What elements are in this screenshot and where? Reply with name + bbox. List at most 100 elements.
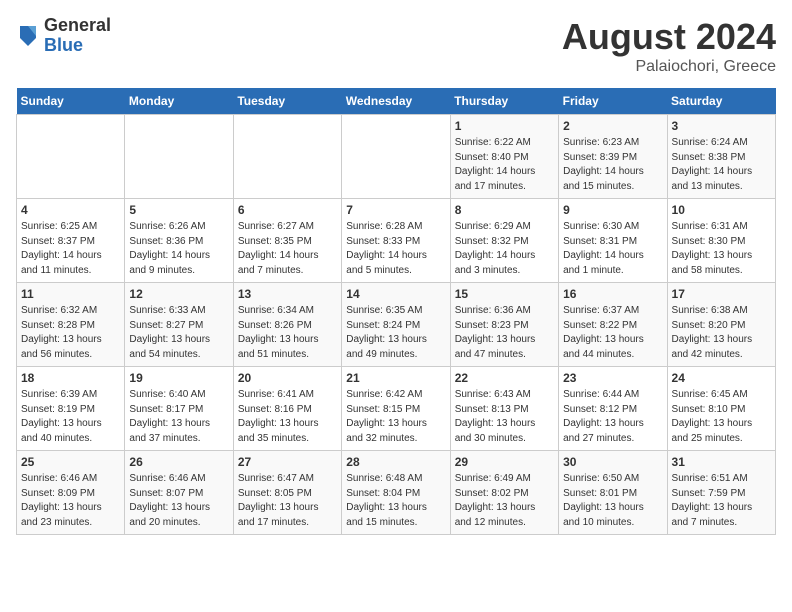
day-info: Sunrise: 6:43 AM Sunset: 8:13 PM Dayligh… — [455, 388, 554, 446]
day-info: Sunrise: 6:46 AM Sunset: 8:09 PM Dayligh… — [21, 472, 120, 530]
calendar-cell: 27 Sunrise: 6:47 AM Sunset: 8:05 PM Dayli… — [233, 451, 341, 535]
weekday-header-sunday: Sunday — [17, 88, 125, 115]
day-number: 22 — [455, 371, 554, 385]
calendar-cell: 10 Sunrise: 6:31 AM Sunset: 8:30 PM Dayli… — [667, 199, 775, 283]
calendar-cell: 1 Sunrise: 6:22 AM Sunset: 8:40 PM Daylig… — [450, 115, 558, 199]
day-number: 15 — [455, 287, 554, 301]
calendar-cell: 15 Sunrise: 6:36 AM Sunset: 8:23 PM Dayli… — [450, 283, 558, 367]
location-subtitle: Palaiochori, Greece — [562, 58, 776, 76]
day-number: 16 — [563, 287, 662, 301]
calendar-cell: 9 Sunrise: 6:30 AM Sunset: 8:31 PM Daylig… — [559, 199, 667, 283]
day-number: 4 — [21, 203, 120, 217]
calendar-cell: 13 Sunrise: 6:34 AM Sunset: 8:26 PM Dayli… — [233, 283, 341, 367]
calendar-cell — [17, 115, 125, 199]
day-number: 13 — [238, 287, 337, 301]
day-number: 14 — [346, 287, 445, 301]
day-number: 11 — [21, 287, 120, 301]
calendar-cell — [125, 115, 233, 199]
day-info: Sunrise: 6:45 AM Sunset: 8:10 PM Dayligh… — [672, 388, 771, 446]
calendar-week-row: 1 Sunrise: 6:22 AM Sunset: 8:40 PM Daylig… — [17, 115, 776, 199]
calendar-cell: 26 Sunrise: 6:46 AM Sunset: 8:07 PM Dayli… — [125, 451, 233, 535]
day-info: Sunrise: 6:25 AM Sunset: 8:37 PM Dayligh… — [21, 220, 120, 278]
calendar-week-row: 18Sunrise: 6:39 AM Sunset: 8:19 PM Dayli… — [17, 367, 776, 451]
logo-icon — [16, 22, 40, 50]
calendar-cell: 22 Sunrise: 6:43 AM Sunset: 8:13 PM Dayli… — [450, 367, 558, 451]
calendar-cell: 23 Sunrise: 6:44 AM Sunset: 8:12 PM Dayli… — [559, 367, 667, 451]
day-info: Sunrise: 6:33 AM Sunset: 8:27 PM Dayligh… — [129, 304, 228, 362]
day-number: 28 — [346, 455, 445, 469]
day-info: Sunrise: 6:22 AM Sunset: 8:40 PM Dayligh… — [455, 136, 554, 194]
day-number: 30 — [563, 455, 662, 469]
logo-blue-text: Blue — [44, 36, 111, 56]
calendar-cell — [233, 115, 341, 199]
day-info: Sunrise: 6:41 AM Sunset: 8:16 PM Dayligh… — [238, 388, 337, 446]
day-info: Sunrise: 6:27 AM Sunset: 8:35 PM Dayligh… — [238, 220, 337, 278]
calendar-cell: 25 Sunrise: 6:46 AM Sunset: 8:09 PM Dayli… — [17, 451, 125, 535]
day-number: 24 — [672, 371, 771, 385]
day-number: 12 — [129, 287, 228, 301]
day-number: 3 — [672, 119, 771, 133]
calendar-cell: 31Sunrise: 6:51 AM Sunset: 7:59 PM Dayli… — [667, 451, 775, 535]
calendar-cell: 2Sunrise: 6:23 AM Sunset: 8:39 PM Daylig… — [559, 115, 667, 199]
calendar-cell: 12 Sunrise: 6:33 AM Sunset: 8:27 PM Dayli… — [125, 283, 233, 367]
weekday-header-saturday: Saturday — [667, 88, 775, 115]
calendar-cell: 8 Sunrise: 6:29 AM Sunset: 8:32 PM Daylig… — [450, 199, 558, 283]
day-info: Sunrise: 6:31 AM Sunset: 8:30 PM Dayligh… — [672, 220, 771, 278]
weekday-header-tuesday: Tuesday — [233, 88, 341, 115]
calendar-week-row: 4 Sunrise: 6:25 AM Sunset: 8:37 PM Daylig… — [17, 199, 776, 283]
day-number: 25 — [21, 455, 120, 469]
weekday-header-wednesday: Wednesday — [342, 88, 450, 115]
calendar-cell: 3 Sunrise: 6:24 AM Sunset: 8:38 PM Daylig… — [667, 115, 775, 199]
day-number: 2 — [563, 119, 662, 133]
calendar-cell: 18Sunrise: 6:39 AM Sunset: 8:19 PM Dayli… — [17, 367, 125, 451]
calendar-cell: 19Sunrise: 6:40 AM Sunset: 8:17 PM Dayli… — [125, 367, 233, 451]
day-number: 5 — [129, 203, 228, 217]
day-number: 19 — [129, 371, 228, 385]
day-number: 7 — [346, 203, 445, 217]
day-info: Sunrise: 6:34 AM Sunset: 8:26 PM Dayligh… — [238, 304, 337, 362]
day-number: 8 — [455, 203, 554, 217]
day-info: Sunrise: 6:36 AM Sunset: 8:23 PM Dayligh… — [455, 304, 554, 362]
calendar-week-row: 25 Sunrise: 6:46 AM Sunset: 8:09 PM Dayli… — [17, 451, 776, 535]
day-number: 21 — [346, 371, 445, 385]
day-info: Sunrise: 6:24 AM Sunset: 8:38 PM Dayligh… — [672, 136, 771, 194]
day-number: 23 — [563, 371, 662, 385]
day-number: 10 — [672, 203, 771, 217]
day-number: 1 — [455, 119, 554, 133]
calendar-cell: 16 Sunrise: 6:37 AM Sunset: 8:22 PM Dayli… — [559, 283, 667, 367]
calendar-cell: 11 Sunrise: 6:32 AM Sunset: 8:28 PM Dayli… — [17, 283, 125, 367]
logo-general-text: General — [44, 16, 111, 36]
logo: General Blue — [16, 16, 111, 56]
weekday-header-row: SundayMondayTuesdayWednesdayThursdayFrid… — [17, 88, 776, 115]
day-number: 29 — [455, 455, 554, 469]
calendar-cell: 28 Sunrise: 6:48 AM Sunset: 8:04 PM Dayli… — [342, 451, 450, 535]
day-number: 20 — [238, 371, 337, 385]
day-number: 27 — [238, 455, 337, 469]
day-info: Sunrise: 6:29 AM Sunset: 8:32 PM Dayligh… — [455, 220, 554, 278]
calendar-cell: 21Sunrise: 6:42 AM Sunset: 8:15 PM Dayli… — [342, 367, 450, 451]
day-info: Sunrise: 6:32 AM Sunset: 8:28 PM Dayligh… — [21, 304, 120, 362]
day-info: Sunrise: 6:48 AM Sunset: 8:04 PM Dayligh… — [346, 472, 445, 530]
day-info: Sunrise: 6:46 AM Sunset: 8:07 PM Dayligh… — [129, 472, 228, 530]
day-number: 9 — [563, 203, 662, 217]
day-number: 17 — [672, 287, 771, 301]
day-info: Sunrise: 6:44 AM Sunset: 8:12 PM Dayligh… — [563, 388, 662, 446]
day-info: Sunrise: 6:39 AM Sunset: 8:19 PM Dayligh… — [21, 388, 120, 446]
day-info: Sunrise: 6:37 AM Sunset: 8:22 PM Dayligh… — [563, 304, 662, 362]
day-info: Sunrise: 6:50 AM Sunset: 8:01 PM Dayligh… — [563, 472, 662, 530]
day-number: 26 — [129, 455, 228, 469]
day-info: Sunrise: 6:38 AM Sunset: 8:20 PM Dayligh… — [672, 304, 771, 362]
day-info: Sunrise: 6:51 AM Sunset: 7:59 PM Dayligh… — [672, 472, 771, 530]
day-info: Sunrise: 6:49 AM Sunset: 8:02 PM Dayligh… — [455, 472, 554, 530]
calendar-week-row: 11 Sunrise: 6:32 AM Sunset: 8:28 PM Dayli… — [17, 283, 776, 367]
page-header: General Blue August 2024 Palaiochori, Gr… — [16, 16, 776, 76]
weekday-header-monday: Monday — [125, 88, 233, 115]
calendar-cell: 4 Sunrise: 6:25 AM Sunset: 8:37 PM Daylig… — [17, 199, 125, 283]
calendar-cell: 17 Sunrise: 6:38 AM Sunset: 8:20 PM Dayli… — [667, 283, 775, 367]
title-area: August 2024 Palaiochori, Greece — [562, 16, 776, 76]
day-info: Sunrise: 6:30 AM Sunset: 8:31 PM Dayligh… — [563, 220, 662, 278]
day-info: Sunrise: 6:26 AM Sunset: 8:36 PM Dayligh… — [129, 220, 228, 278]
day-info: Sunrise: 6:47 AM Sunset: 8:05 PM Dayligh… — [238, 472, 337, 530]
month-year-title: August 2024 — [562, 16, 776, 58]
weekday-header-thursday: Thursday — [450, 88, 558, 115]
